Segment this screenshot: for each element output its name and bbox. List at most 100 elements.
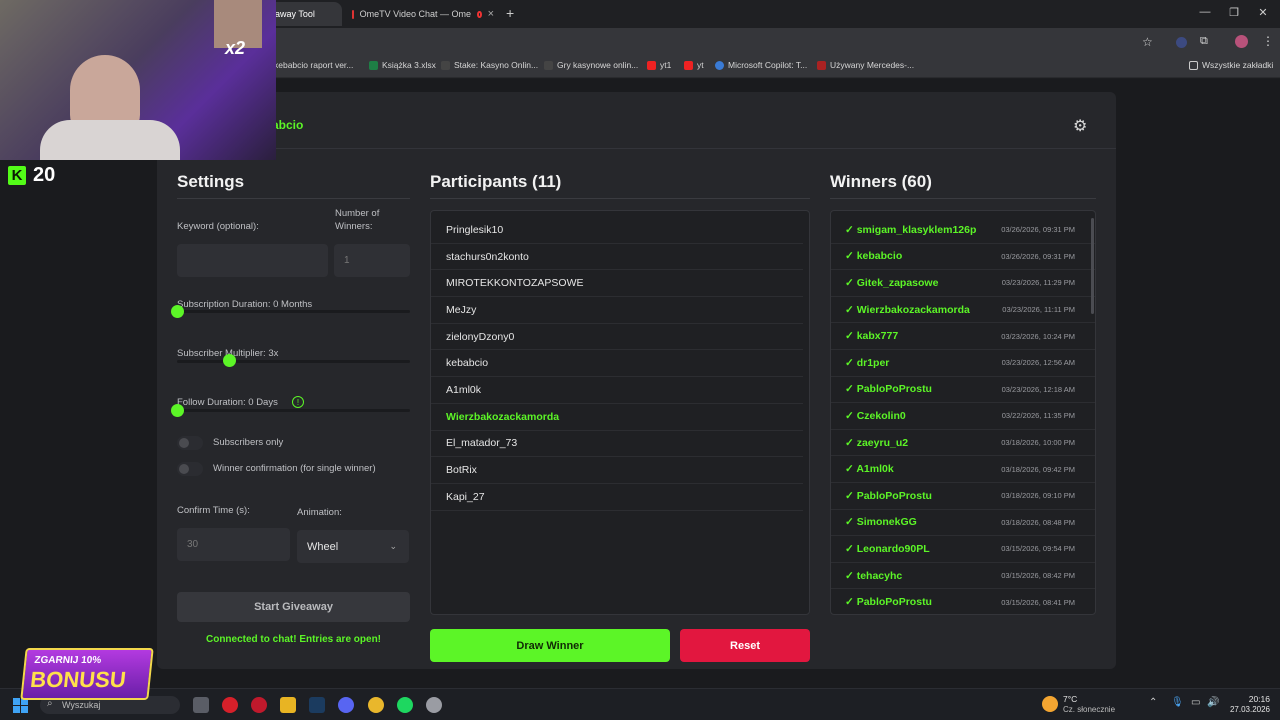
bookmark-item[interactable]: Książka 3.xlsx	[369, 60, 436, 70]
opera-icon[interactable]	[222, 697, 238, 713]
keyword-input[interactable]	[177, 244, 328, 277]
close-tab-icon[interactable]: ×	[488, 8, 494, 20]
settings-app-icon[interactable]	[426, 697, 442, 713]
subscribers-only-label: Subscribers only	[213, 437, 284, 448]
winner-date: 03/15/2026, 09:54 PM	[1001, 544, 1075, 554]
subscribers-only-toggle[interactable]	[177, 436, 203, 450]
windows-start-icon[interactable]	[13, 698, 28, 713]
bookmark-item[interactable]: Gry kasynowe onlin...	[544, 60, 638, 70]
weather-temp: 7°C	[1063, 694, 1078, 704]
participant-row: Wierzbakozackamorda	[431, 404, 803, 431]
divider	[177, 198, 410, 199]
tab-title: OmeTV Video Chat — Ome	[359, 9, 472, 19]
sub-multiplier-slider[interactable]	[177, 360, 410, 363]
all-bookmarks[interactable]: Wszystkie zakładki	[1189, 60, 1273, 70]
bookmark-item[interactable]: kebabcio raport ver...	[274, 60, 353, 70]
tab-ometv[interactable]: OmeTV Video Chat — Ome ×	[344, 2, 502, 26]
winner-name: ✓ smigam_klasyklem126p	[845, 223, 977, 236]
profile-avatar[interactable]	[1235, 35, 1248, 48]
reset-button[interactable]: Reset	[680, 629, 810, 662]
winner-name: ✓ Leonardo90PL	[845, 542, 930, 555]
divider	[157, 148, 1116, 149]
winner-name: ✓ kebabcio	[845, 250, 903, 263]
network-icon[interactable]: ▭	[1191, 697, 1200, 708]
winner-date: 03/15/2026, 08:42 PM	[1001, 571, 1075, 581]
winner-name: ✓ A1ml0k	[845, 463, 894, 476]
info-icon[interactable]: !	[292, 396, 304, 408]
recording-icon	[477, 10, 482, 18]
participant-row: A1ml0k	[431, 377, 803, 404]
winner-row: ✓ A1ml0k 03/18/2026, 09:42 PM	[831, 456, 1095, 483]
animation-select[interactable]: Wheel ⌄	[297, 530, 409, 563]
file-explorer-icon[interactable]	[280, 697, 296, 713]
sub-duration-label: Subscription Duration: 0 Months	[177, 299, 313, 310]
star-bookmark-icon[interactable]: ☆	[1142, 35, 1153, 49]
task-view-icon[interactable]	[193, 697, 209, 713]
microphone-icon[interactable]: 🎙	[1171, 697, 1184, 708]
bookmark-item[interactable]: yt	[684, 60, 704, 70]
confirm-time-label: Confirm Time (s):	[177, 505, 250, 516]
youtube-icon	[647, 60, 656, 70]
chevron-down-icon: ⌄	[389, 541, 397, 551]
new-tab-button[interactable]: +	[506, 5, 514, 21]
winner-confirmation-toggle[interactable]	[177, 462, 203, 476]
winner-date: 03/23/2026, 12:56 AM	[1001, 358, 1075, 368]
opera-gx-icon[interactable]	[251, 697, 267, 713]
extension-icon[interactable]	[1176, 37, 1187, 48]
winner-date: 03/26/2026, 09:31 PM	[1001, 251, 1075, 261]
page: abcio ⚙ Settings Keyword (optional): Num…	[0, 79, 1280, 688]
bookmark-item[interactable]: yt1	[647, 60, 671, 70]
extensions-puzzle-icon[interactable]: ⧉	[1200, 35, 1208, 48]
promo-badge[interactable]: ZGARNIJ 10% BONUSU	[20, 648, 154, 700]
winner-date: 03/23/2026, 10:24 PM	[1001, 331, 1075, 341]
close-window-icon[interactable]: ✕	[1253, 6, 1273, 19]
slider-handle[interactable]	[171, 404, 184, 417]
volume-icon[interactable]: 🔊	[1207, 697, 1219, 708]
winner-row: ✓ PabloPoProstu 03/15/2026, 08:41 PM	[831, 589, 1095, 614]
tray-chevron-icon[interactable]: ⌃	[1149, 697, 1157, 708]
start-giveaway-button[interactable]: Start Giveaway	[177, 592, 410, 622]
divider	[830, 198, 1096, 199]
taskbar: ⌕ Wyszukaj 7°C Cz. słonecznie ⌃ 🎙 ▭ 🔊 20…	[0, 688, 1280, 720]
winner-name: ✓ Czekolin0	[845, 409, 906, 422]
steam-icon[interactable]	[309, 697, 325, 713]
winner-row: ✓ kebabcio 03/26/2026, 09:31 PM	[831, 244, 1095, 271]
bookmark-item[interactable]: Stake: Kasyno Onlin...	[441, 60, 538, 70]
chrome-icon[interactable]	[368, 697, 384, 713]
spotify-icon[interactable]	[397, 697, 413, 713]
winner-date: 03/23/2026, 11:11 PM	[1002, 305, 1075, 315]
weather-sun-icon[interactable]	[1042, 696, 1058, 712]
sub-duration-slider[interactable]	[177, 310, 410, 313]
scrollbar-thumb[interactable]	[1091, 218, 1094, 314]
participant-row: kebabcio	[431, 350, 803, 378]
settings-title: Settings	[177, 172, 245, 191]
follow-duration-slider[interactable]	[177, 409, 410, 412]
draw-winner-button[interactable]: Draw Winner	[430, 629, 670, 662]
participants-title: Participants (11)	[430, 172, 562, 191]
slider-handle[interactable]	[171, 305, 184, 318]
maximize-icon[interactable]: ❐	[1224, 6, 1244, 19]
participant-row: MeJzy	[431, 297, 803, 324]
bookmark-item[interactable]: Microsoft Copilot: T...	[715, 60, 807, 70]
minimize-icon[interactable]: —	[1195, 6, 1215, 18]
slider-handle[interactable]	[222, 354, 236, 367]
divider	[430, 198, 810, 199]
giveaway-panel: abcio ⚙ Settings Keyword (optional): Num…	[157, 92, 1116, 669]
winner-name: ✓ zaeyru_u2	[845, 436, 909, 449]
tab-title: eaway Tool	[270, 9, 315, 19]
winners-list[interactable]: ✓ smigam_klasyklem126p 03/26/2026, 09:31 …	[830, 210, 1096, 615]
menu-kebab-icon[interactable]: ⋮	[1262, 34, 1274, 48]
winners-count-input[interactable]: 1	[334, 244, 410, 277]
confirm-time-input[interactable]: 30	[177, 528, 290, 561]
winner-name: ✓ tehacyhc	[845, 569, 903, 582]
winners-title: Winners (60)	[830, 172, 932, 191]
settings-gear-icon[interactable]: ⚙	[1073, 116, 1087, 136]
channel-name: abcio	[272, 118, 304, 132]
bookmark-item[interactable]: Używany Mercedes-...	[817, 60, 914, 70]
excel-icon	[369, 60, 378, 70]
discord-icon[interactable]	[338, 697, 354, 713]
streamer-hoodie	[40, 120, 180, 160]
winner-row: ✓ Wierzbakozackamorda 03/23/2026, 11:11 P…	[831, 297, 1095, 324]
promo-line2: BONUSU	[29, 667, 128, 692]
winner-date: 03/18/2026, 08:48 PM	[1001, 517, 1075, 527]
